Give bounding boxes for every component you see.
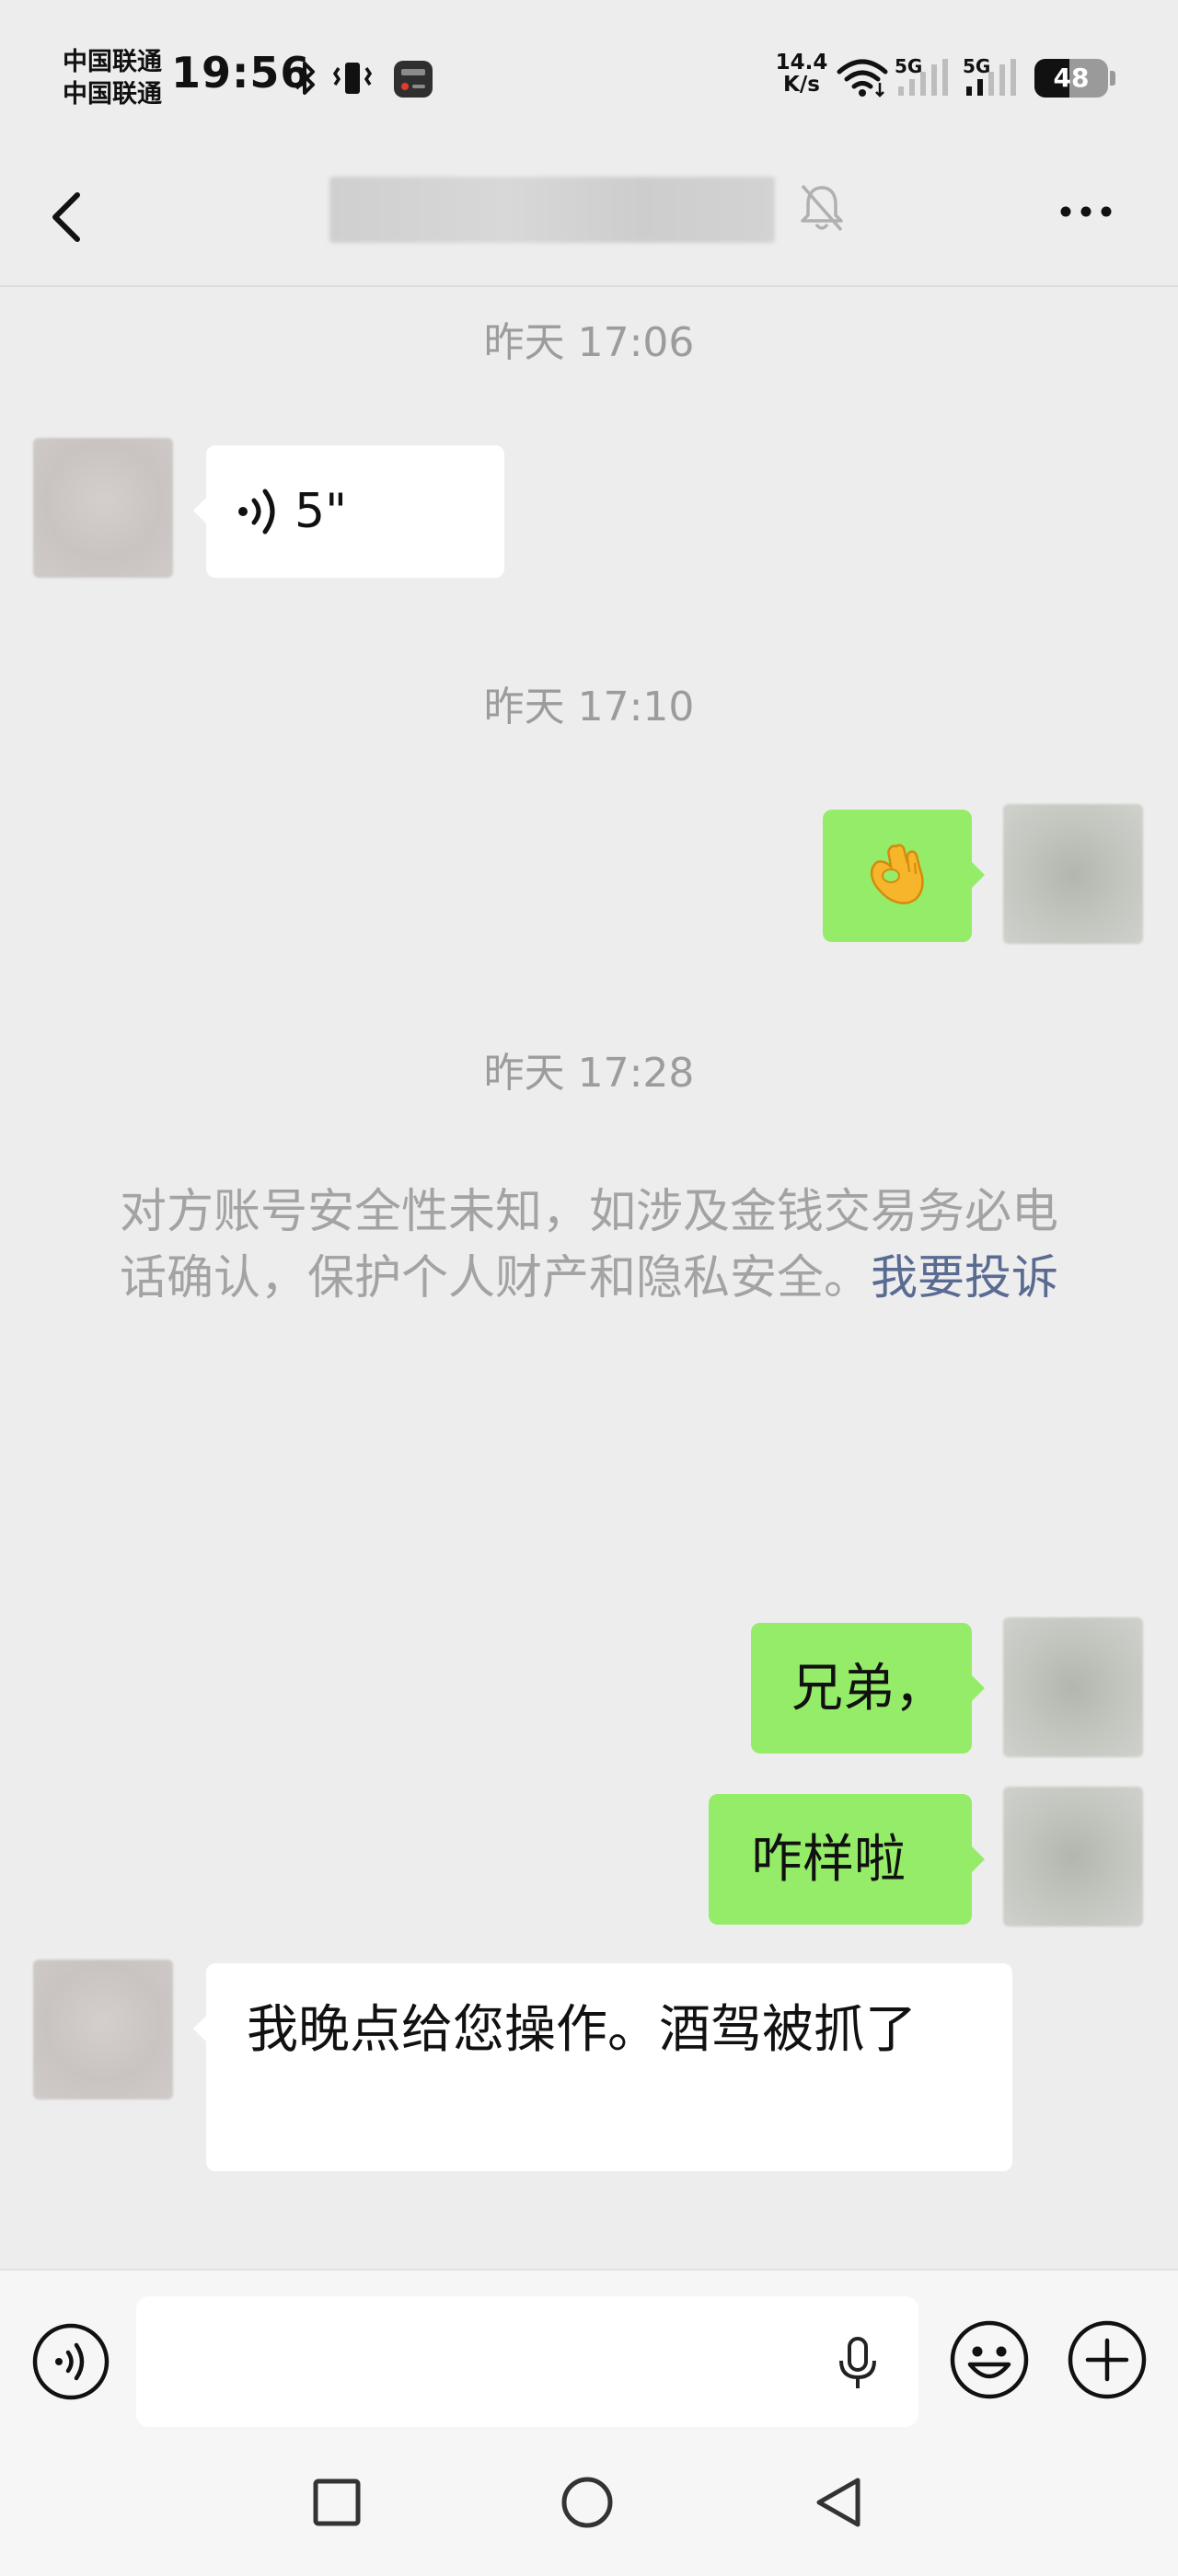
back-icon[interactable] (37, 175, 101, 258)
net-speed-unit: K/s (783, 73, 820, 97)
voice-mode-icon[interactable] (31, 2322, 110, 2401)
avatar-self[interactable] (1003, 804, 1143, 944)
input-bar (0, 2269, 1178, 2429)
timestamp: 昨天 17:10 (483, 684, 695, 730)
signal-2: 5G (963, 55, 1022, 101)
status-bar: 中国联通 中国联通 19:56 14.4 K/s 5G 5G 48 (0, 0, 1178, 147)
microphone-icon[interactable] (834, 2335, 882, 2392)
signal-icon (898, 59, 948, 96)
vibrate-icon (332, 63, 373, 94)
home-circle-icon[interactable] (558, 2473, 617, 2532)
signal-1: 5G (895, 55, 953, 101)
avatar-other[interactable] (33, 438, 173, 578)
battery-tip (1110, 71, 1115, 86)
avatar-self[interactable] (1003, 1617, 1143, 1757)
battery-icon: 48 (1034, 59, 1108, 98)
back-triangle-icon[interactable] (810, 2473, 869, 2532)
screen-record-icon (394, 61, 433, 98)
status-time: 19:56 (171, 48, 311, 98)
wifi-icon (837, 59, 888, 98)
carrier-1: 中国联通 (63, 48, 162, 76)
security-notice: 对方账号安全性未知，如涉及金钱交易务必电话确认，保护个人财产和隐私安全。我要投诉 (101, 1179, 1077, 1312)
message-input[interactable] (136, 2296, 918, 2427)
carrier-labels: 中国联通 中国联通 (63, 46, 162, 110)
chat-header (0, 147, 1178, 287)
message-bubble[interactable]: 咋样啦 (709, 1794, 985, 1925)
timestamp: 昨天 17:06 (483, 319, 695, 366)
voice-message-bubble[interactable]: 5" (193, 445, 504, 578)
timestamp: 昨天 17:28 (483, 1050, 695, 1097)
complaint-link[interactable]: 我要投诉 (871, 1251, 1058, 1305)
net-speed: 14.4 K/s (769, 52, 834, 96)
ok-hand-emoji (870, 844, 924, 904)
carrier-2: 中国联通 (63, 80, 162, 109)
contact-name-blurred (329, 177, 775, 243)
avatar-other[interactable] (33, 1960, 173, 2099)
avatar-self[interactable] (1003, 1787, 1143, 1926)
signal-icon (966, 59, 1016, 96)
voice-duration: 5" (294, 484, 348, 539)
battery-level: 48 (1053, 63, 1090, 93)
mute-bell-icon (801, 184, 843, 232)
message-bubble[interactable]: 兄弟， (751, 1623, 985, 1754)
voice-wave-icon (238, 489, 275, 535)
more-icon[interactable] (1049, 184, 1123, 239)
message-bubble[interactable]: 我晚点给您操作。酒驾被抓了 (193, 1963, 1012, 2171)
recents-square-icon[interactable] (309, 2473, 364, 2532)
plus-icon[interactable] (1066, 2318, 1149, 2401)
emoji-message-bubble[interactable] (823, 810, 985, 942)
bluetooth-icon (294, 62, 315, 95)
system-nav-bar (0, 2429, 1178, 2576)
net-speed-value: 14.4 (775, 51, 828, 75)
emoji-icon[interactable] (948, 2318, 1031, 2401)
